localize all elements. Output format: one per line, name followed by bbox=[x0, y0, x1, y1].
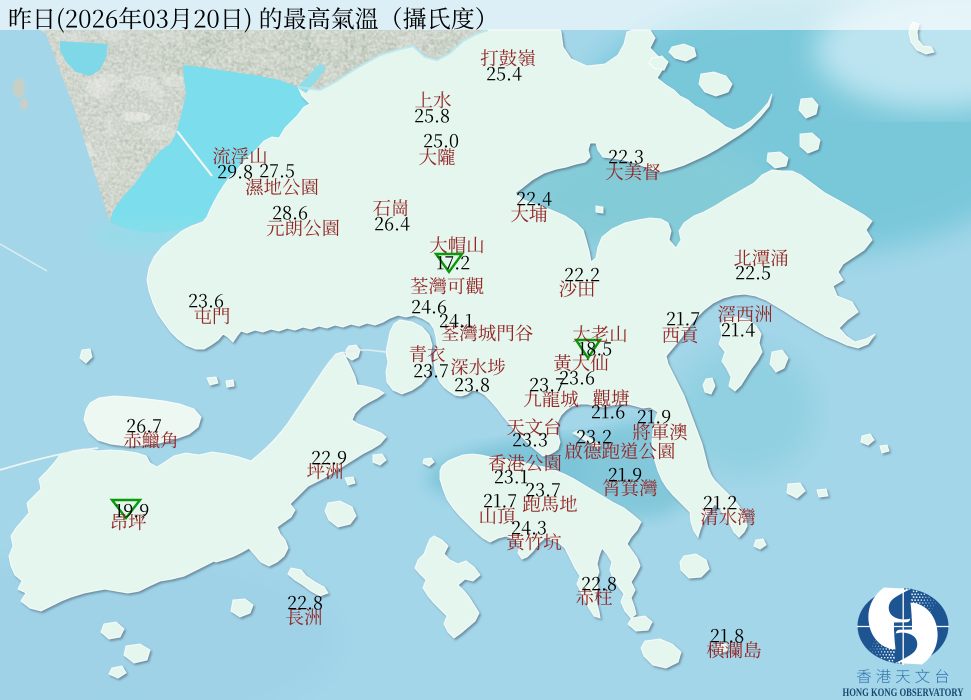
svg-text:HONG KONG OBSERVATORY: HONG KONG OBSERVATORY bbox=[843, 687, 965, 699]
